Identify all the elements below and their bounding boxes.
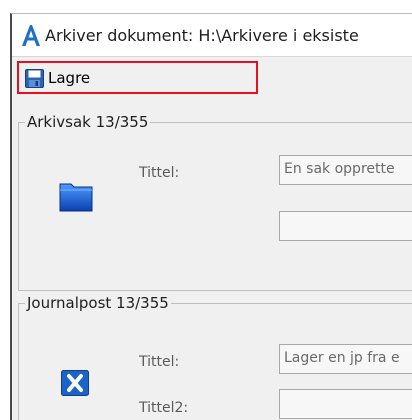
case-title-label: Tittel: (139, 165, 180, 181)
document-x-icon (61, 370, 89, 396)
journal-post-group: Journalpost 13/355 Tittel: Lager en jp f… (18, 294, 412, 420)
case-secondary-field[interactable] (279, 211, 412, 241)
title-bar: Arkiver dokument: H:\Arkivere i eksiste (12, 14, 412, 57)
journal-title-field[interactable]: Lager en jp fra e (279, 344, 412, 374)
journal-post-legend: Journalpost 13/355 (25, 294, 171, 312)
journal-title2-field[interactable] (279, 389, 412, 419)
save-button-label: Lagre (48, 69, 91, 87)
toolbar: Lagre (12, 57, 412, 99)
save-button[interactable]: Lagre (17, 61, 258, 94)
case-title-field[interactable]: En sak opprette (279, 155, 412, 185)
archive-case-group: Arkivsak 13/355 Tittel: En sak opprette (18, 113, 412, 291)
app-logo-icon (22, 25, 40, 46)
folder-icon (59, 183, 93, 212)
floppy-disk-icon (25, 69, 44, 88)
archive-document-window: Arkiver dokument: H:\Arkivere i eksiste … (10, 13, 412, 420)
journal-title2-label: Tittel2: (139, 400, 189, 416)
archive-case-legend: Arkivsak 13/355 (25, 113, 151, 131)
window-title: Arkiver dokument: H:\Arkivere i eksiste (45, 26, 359, 45)
journal-title-label: Tittel: (139, 354, 180, 370)
